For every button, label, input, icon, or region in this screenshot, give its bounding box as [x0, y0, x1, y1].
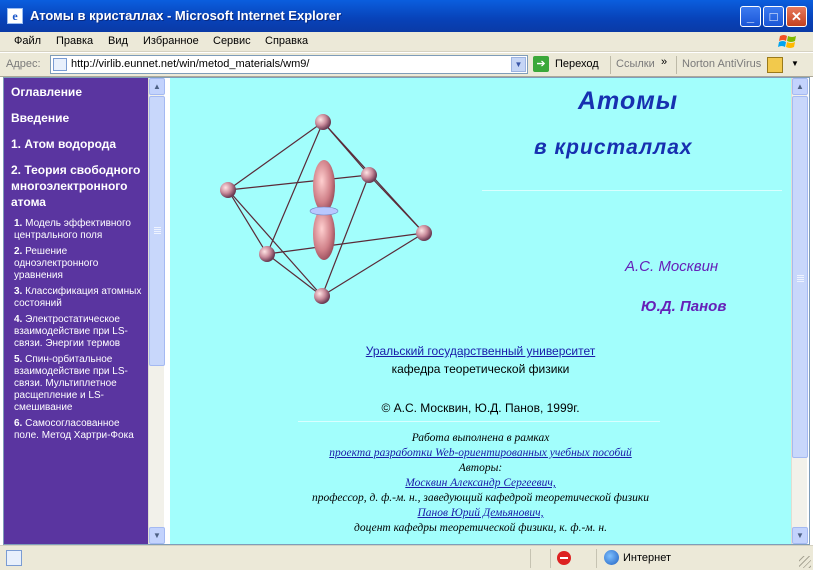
nav-subitem[interactable]: 6. Самосогласованное поле. Метод Хартри-… — [4, 418, 148, 442]
go-button[interactable]: Переход — [555, 58, 599, 70]
address-dropdown-icon[interactable]: ▼ — [511, 57, 526, 72]
maximize-button[interactable]: □ — [763, 6, 784, 27]
nav-intro-link[interactable]: Введение — [4, 110, 148, 126]
project-intro: Работа выполнена в рамках — [411, 432, 550, 444]
menu-tools[interactable]: Сервис — [213, 35, 251, 47]
project-line: проекта разработки Web-ориентированных у… — [170, 447, 791, 459]
address-label: Адрес: — [6, 58, 41, 70]
nav-scroll-thumb[interactable] — [149, 96, 165, 366]
status-divider — [550, 549, 551, 568]
author-1: А.С. Москвин — [625, 258, 719, 275]
author2-role: доцент кафедры теоретической физики, к. … — [354, 522, 607, 534]
author1-line: Москвин Александр Сергеевич, — [170, 477, 791, 489]
page-status-icon — [6, 550, 22, 566]
status-divider — [596, 549, 597, 568]
menu-bar: Файл Правка Вид Избранное Сервис Справка — [0, 32, 813, 52]
project-link[interactable]: проекта разработки Web-ориентированных у… — [329, 447, 632, 459]
nav-frame: Оглавление Введение 1. Атом водорода 2. … — [4, 78, 148, 544]
nav-subitem[interactable]: 1. Модель эффективного центрального поля — [4, 218, 148, 242]
nav-scrollbar[interactable]: ▲ ▼ — [148, 78, 165, 544]
nav-toc-link[interactable]: Оглавление — [4, 84, 148, 100]
resize-grip[interactable] — [799, 556, 811, 568]
credits-divider — [298, 421, 660, 422]
menu-edit[interactable]: Правка — [56, 35, 93, 47]
norton-icon[interactable] — [767, 57, 783, 73]
copyright-text: © А.С. Москвин, Ю.Д. Панов, 1999г. — [381, 401, 580, 415]
status-divider — [530, 549, 531, 568]
main-frame: Атомы в кристаллах А.С. Москвин Ю.Д. Пан… — [170, 78, 791, 544]
university-line: Уральский государственный университет — [170, 344, 791, 358]
windows-logo-icon — [778, 35, 796, 48]
window-title: Атомы в кристаллах - Microsoft Internet … — [30, 8, 342, 23]
page-title-line1: Атомы — [578, 87, 679, 115]
scroll-down-icon[interactable]: ▼ — [792, 527, 808, 544]
nav-subitem[interactable]: 5. Спин-орбитальное взаимодействие при L… — [4, 354, 148, 414]
nav-chapter2-link[interactable]: 2. Теория свободного многоэлектронного а… — [4, 162, 148, 210]
author1-link[interactable]: Москвин Александр Сергеевич, — [405, 477, 555, 489]
toolbar-separator — [610, 56, 611, 74]
norton-dropdown-icon[interactable]: ▼ — [791, 59, 799, 68]
nav-chapter1-link[interactable]: 1. Атом водорода — [4, 136, 148, 152]
menu-view[interactable]: Вид — [108, 35, 128, 47]
university-link[interactable]: Уральский государственный университет — [366, 344, 596, 358]
status-bar: Интернет — [0, 545, 813, 570]
department-text: кафедра теоретической физики — [391, 362, 570, 376]
address-url[interactable]: http://virlib.eunnet.net/win/metod_mater… — [71, 58, 309, 70]
scroll-up-icon[interactable]: ▲ — [149, 78, 165, 95]
privacy-blocked-icon[interactable] — [557, 551, 571, 565]
author2-link[interactable]: Панов Юрий Демьянович, — [418, 507, 544, 519]
close-button[interactable]: ✕ — [786, 6, 807, 27]
main-scroll-thumb[interactable] — [792, 96, 808, 458]
author2-line: Панов Юрий Демьянович, — [170, 507, 791, 519]
links-chevron-icon[interactable]: » — [661, 56, 667, 68]
main-scrollbar[interactable]: ▲ ▼ — [791, 78, 808, 544]
title-bar: e Атомы в кристаллах - Microsoft Interne… — [0, 0, 813, 32]
nav-subitem[interactable]: 3. Классификация атомных состояний — [4, 286, 148, 310]
internet-zone-icon — [604, 550, 619, 565]
crystal-octahedron-image — [220, 114, 432, 304]
ie-icon: e — [7, 8, 23, 24]
scroll-down-icon[interactable]: ▼ — [149, 527, 165, 544]
page-icon — [53, 58, 67, 71]
links-button[interactable]: Ссылки — [616, 58, 655, 70]
address-input[interactable]: http://virlib.eunnet.net/win/metod_mater… — [50, 55, 528, 74]
scroll-up-icon[interactable]: ▲ — [792, 78, 808, 95]
menu-favorites[interactable]: Избранное — [143, 35, 199, 47]
security-zone: Интернет — [623, 552, 671, 564]
address-bar: Адрес: http://virlib.eunnet.net/win/meto… — [0, 53, 813, 77]
author-2: Ю.Д. Панов — [641, 298, 727, 315]
norton-toolbar[interactable]: Norton AntiVirus — [682, 58, 761, 70]
go-arrow-icon[interactable]: ➔ — [533, 56, 549, 72]
menu-file[interactable]: Файл — [14, 35, 41, 47]
menu-help[interactable]: Справка — [265, 35, 308, 47]
title-divider — [482, 190, 782, 191]
toolbar-separator — [676, 56, 677, 74]
minimize-button[interactable]: _ — [740, 6, 761, 27]
authors-label: Авторы: — [458, 462, 503, 474]
nav-subitem[interactable]: 2. Решение одноэлектронного уравнения — [4, 246, 148, 282]
author1-role: профессор, д. ф.-м. н., заведующий кафед… — [311, 492, 650, 504]
page-title-line2: в кристаллах — [534, 136, 693, 159]
nav-subitem[interactable]: 4. Электростатическое взаимодействие при… — [4, 314, 148, 350]
